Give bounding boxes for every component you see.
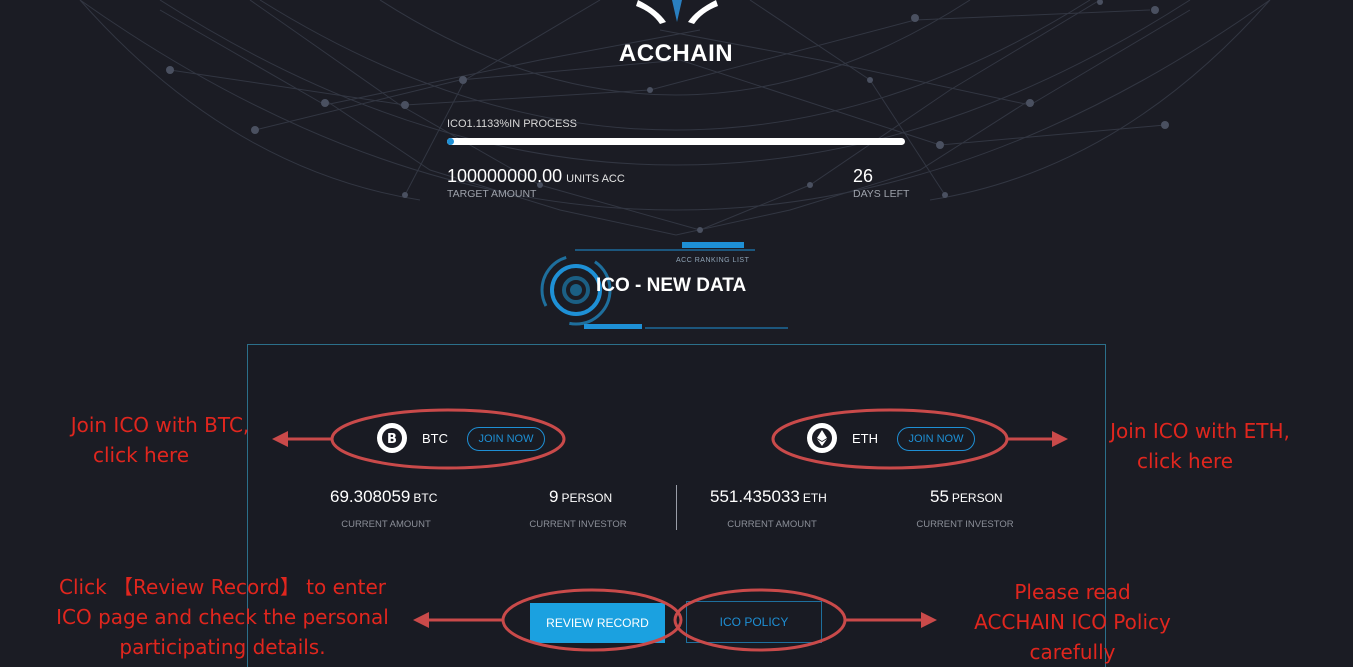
progress-bar: [447, 138, 905, 145]
target-amount: 100000000.00 UNITS ACC: [447, 166, 625, 187]
eth-amount-caption: CURRENT AMOUNT: [727, 519, 817, 530]
eth-join-now-button[interactable]: JOIN NOW: [897, 427, 975, 451]
progress-bar-fill: [447, 138, 455, 145]
eth-amount-unit: ETH: [802, 491, 827, 505]
bitcoin-icon: B: [377, 423, 407, 453]
review-record-button[interactable]: REVIEW RECORD: [530, 603, 665, 643]
days-left-caption: DAYS LEFT: [853, 188, 910, 200]
days-left-value: 26: [853, 166, 874, 186]
btc-amount-unit: BTC: [413, 491, 438, 505]
eth-label: ETH: [852, 431, 878, 446]
brand-name: ACCHAIN: [618, 40, 734, 67]
policy-annotation-line3: carefully: [1029, 640, 1116, 664]
eth-investors-unit: PERSON: [951, 491, 1003, 505]
acchain-logo-icon: [636, 0, 718, 24]
btc-investors-value: 9: [549, 487, 559, 506]
eth-investors-value: 55: [930, 487, 949, 506]
eth-current-investor: 55 PERSON: [930, 487, 1003, 507]
btc-join-now-button[interactable]: JOIN NOW: [467, 427, 545, 451]
stats-divider: [676, 485, 677, 530]
section-subtitle: ACC RANKING LIST: [676, 257, 750, 264]
review-annotation-line1: Click 【Review Record】 to enter: [59, 575, 386, 599]
policy-annotation-line1: Please read: [1014, 580, 1131, 604]
btc-label: BTC: [422, 431, 448, 446]
svg-text:B: B: [387, 432, 397, 447]
btc-current-amount: 69.308059 BTC: [330, 487, 437, 507]
btc-investors-unit: PERSON: [561, 491, 613, 505]
btc-investors-caption: CURRENT INVESTOR: [529, 519, 627, 530]
btc-amount-caption: CURRENT AMOUNT: [341, 519, 431, 530]
target-amount-caption: TARGET AMOUNT: [447, 188, 537, 200]
eth-annotation-line1: Join ICO with ETH,: [1110, 419, 1290, 443]
ico-policy-button[interactable]: ICO POLICY: [686, 601, 822, 643]
ethereum-icon: [807, 423, 837, 453]
eth-investors-caption: CURRENT INVESTOR: [916, 519, 1014, 530]
btc-annotation-line1: Join ICO with BTC,: [70, 413, 250, 437]
policy-annotation-line2: ACCHAIN ICO Policy: [974, 610, 1171, 634]
btc-amount-value: 69.308059: [330, 487, 411, 506]
eth-current-amount: 551.435033 ETH: [710, 487, 827, 507]
btc-current-investor: 9 PERSON: [549, 487, 612, 507]
btc-annotation: Join ICO with BTC, click here: [40, 410, 280, 470]
review-annotation-line3: participating details.: [119, 635, 326, 659]
section-title: ICO - NEW DATA: [596, 275, 747, 296]
eth-annotation: Join ICO with ETH, click here: [1080, 416, 1320, 476]
policy-annotation: Please read ACCHAIN ICO Policy carefully: [955, 577, 1190, 667]
target-amount-value: 100000000.00: [447, 166, 563, 186]
review-annotation: Click 【Review Record】 to enter ICO page …: [25, 572, 420, 662]
progress-label: ICO1.1133%IN PROCESS: [447, 118, 578, 130]
target-amount-unit: UNITS ACC: [566, 173, 625, 185]
eth-annotation-line2: click here: [1137, 449, 1234, 473]
btc-annotation-line2: click here: [93, 443, 190, 467]
eth-amount-value: 551.435033: [710, 487, 800, 506]
review-annotation-line2: ICO page and check the personal: [56, 605, 389, 629]
